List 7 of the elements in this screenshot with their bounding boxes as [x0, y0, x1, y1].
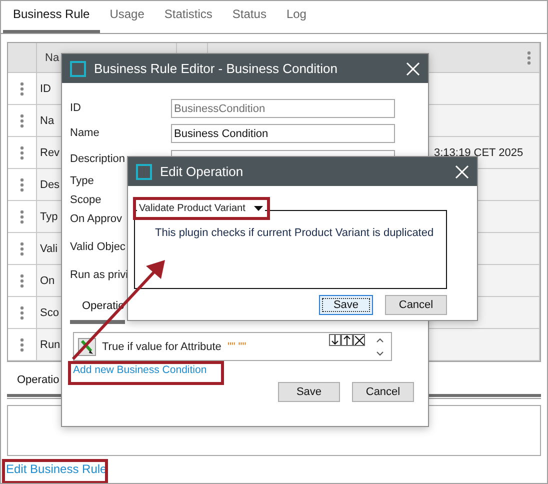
field-label: Type	[70, 174, 94, 187]
field-label: Name	[70, 126, 100, 139]
attribute-value: "" ""	[227, 340, 246, 352]
field-label: Valid Objec	[70, 240, 126, 253]
window-title: Business Rule Editor - Business Condition	[94, 61, 339, 76]
field-label: On Approv	[70, 212, 122, 225]
field-label: Description	[70, 152, 126, 165]
